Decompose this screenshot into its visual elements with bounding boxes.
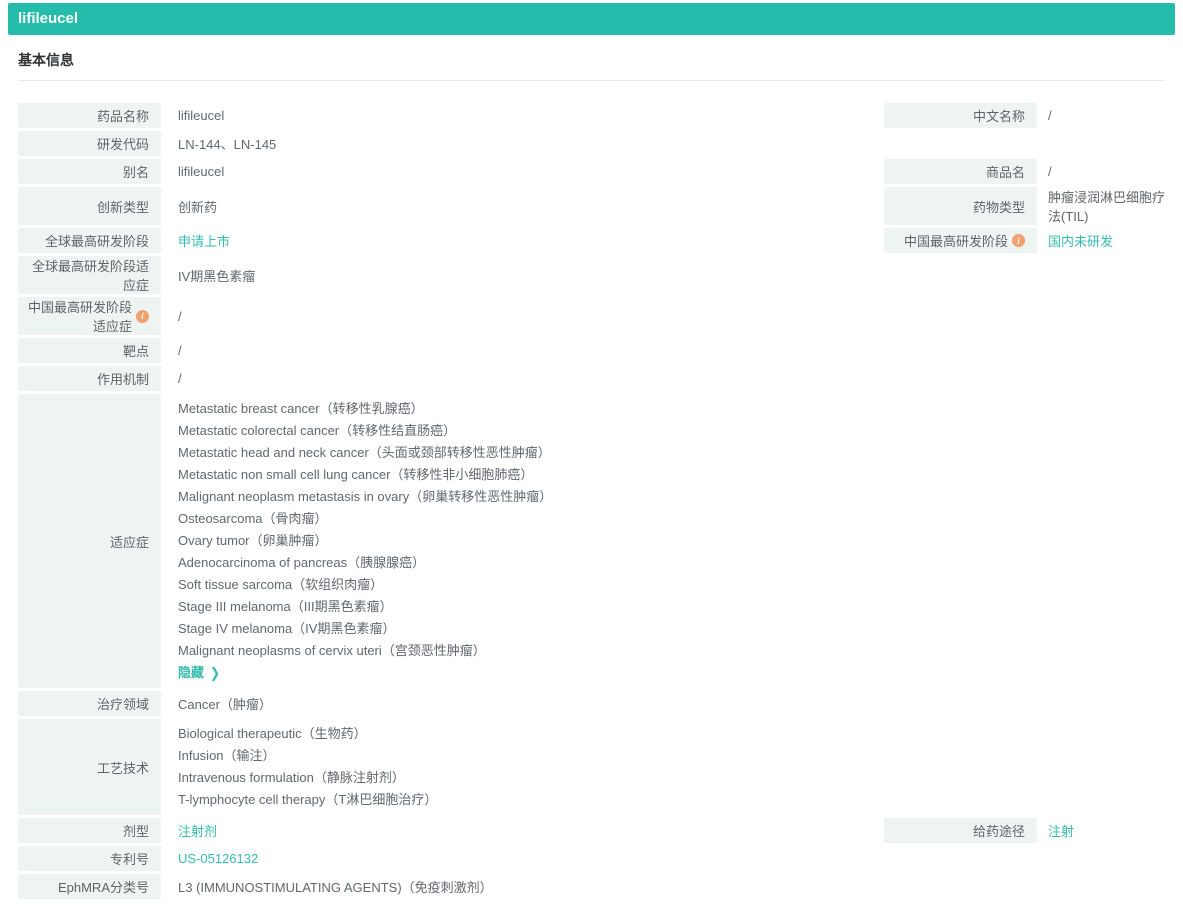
field-value-technology: Biological therapeutic（生物药） Infusion（输注）… <box>161 719 1165 815</box>
route-link[interactable]: 注射 <box>1048 821 1074 840</box>
field-value-drug-name: lifileucel <box>178 108 225 123</box>
field-label-global-stage: 全球最高研发阶段 <box>18 228 161 253</box>
field-value-rd-code: LN-144、LN-145 <box>178 137 277 152</box>
field-value-global-stage: 申请上市 <box>161 228 872 253</box>
technology-item: Infusion（输注） <box>178 748 276 763</box>
field-label-patent: 专利号 <box>18 846 161 871</box>
field-label-drug-name: 药品名称 <box>18 103 161 128</box>
technology-item: Intravenous formulation（静脉注射剂） <box>178 770 405 785</box>
basic-info-card: 基本信息 药品名称 lifileucel 中文名称 / 研发代码 LN-144、… <box>8 35 1175 916</box>
row-drug-name: 药品名称 lifileucel 中文名称 / <box>18 103 1165 128</box>
field-value-alias: lifileucel <box>178 164 225 179</box>
indication-item: Ovary tumor（卵巢肿瘤） <box>178 533 328 548</box>
indication-item: Malignant neoplasm metastasis in ovary（卵… <box>178 489 553 504</box>
field-label-dosage-form: 剂型 <box>18 818 161 843</box>
field-label-cn-name: 中文名称 <box>884 103 1037 128</box>
field-label-china-stage-indication: 中国最高研发阶段适应症 i <box>18 297 161 335</box>
field-label-technology: 工艺技术 <box>18 719 161 815</box>
indication-item: Soft tissue sarcoma（软组织肉瘤） <box>178 577 384 592</box>
row-alias: 别名 lifileucel 商品名 / <box>18 159 1165 184</box>
field-value-dosage-form: 注射剂 <box>161 818 872 843</box>
field-label-trade-name: 商品名 <box>884 159 1037 184</box>
field-value-global-stage-indication: IV期黑色素瘤 <box>178 268 256 284</box>
indication-item: Metastatic breast cancer（转移性乳腺癌） <box>178 401 424 416</box>
field-label-therapy-area: 治疗领域 <box>18 691 161 716</box>
row-ephmra: EphMRA分类号 L3 (IMMUNOSTIMULATING AGENTS)（… <box>18 874 1165 899</box>
field-label-drug-type: 药物类型 <box>884 187 1037 225</box>
drug-title-bar: lifileucel <box>8 3 1175 35</box>
field-value-ephmra: L3 (IMMUNOSTIMULATING AGENTS)（免疫刺激剂） <box>178 880 493 895</box>
hide-indications-link[interactable]: 隐藏 ❯ <box>178 662 1165 684</box>
field-value-drug-type: 肿瘤浸润淋巴细胞疗法(TIL) <box>1048 190 1166 224</box>
info-icon[interactable]: i <box>1012 234 1025 247</box>
field-label-indications: 适应症 <box>18 394 161 688</box>
row-china-stage-indication: 中国最高研发阶段适应症 i / <box>18 297 1165 335</box>
china-stage-label-text: 中国最高研发阶段 <box>903 234 1008 249</box>
indication-item: Stage III melanoma（III期黑色素瘤） <box>178 599 393 614</box>
china-stage-link[interactable]: 国内未研发 <box>1048 231 1113 250</box>
row-dosage-form: 剂型 注射剂 给药途径 注射 <box>18 818 1165 843</box>
indication-item: Adenocarcinoma of pancreas（胰腺腺癌） <box>178 555 426 570</box>
field-label-ephmra: EphMRA分类号 <box>18 874 161 899</box>
row-therapy-area: 治疗领域 Cancer（肿瘤） <box>18 691 1165 716</box>
indication-item: Stage IV melanoma（IV期黑色素瘤） <box>178 621 396 636</box>
field-label-china-stage: 中国最高研发阶段 i <box>884 228 1037 253</box>
field-label-alias: 别名 <box>18 159 161 184</box>
field-value-route: 注射 <box>1037 818 1165 843</box>
drug-title: lifileucel <box>18 10 79 27</box>
dosage-form-link[interactable]: 注射剂 <box>178 821 217 840</box>
row-innovation-type: 创新类型 创新药 药物类型 肿瘤浸润淋巴细胞疗法(TIL) <box>18 187 1165 225</box>
row-moa: 作用机制 / <box>18 366 1165 391</box>
field-label-target: 靶点 <box>18 338 161 363</box>
indication-item: Malignant neoplasms of cervix uteri（宫颈恶性… <box>178 643 486 658</box>
field-value-cn-name: / <box>1048 108 1052 123</box>
field-value-patent: US-05126132 <box>161 846 1165 871</box>
field-value-china-stage: 国内未研发 <box>1037 228 1165 253</box>
row-patent: 专利号 US-05126132 <box>18 846 1165 871</box>
china-stage-indication-label-text: 中国最高研发阶段适应症 <box>27 300 132 334</box>
field-value-china-stage-indication: / <box>178 308 182 324</box>
basic-info-table: 药品名称 lifileucel 中文名称 / 研发代码 LN-144、LN-14… <box>8 81 1175 916</box>
field-value-indications: Metastatic breast cancer（转移性乳腺癌） Metasta… <box>161 394 1165 688</box>
indication-item: Metastatic colorectal cancer（转移性结直肠癌） <box>178 423 457 438</box>
row-target: 靶点 / <box>18 338 1165 363</box>
field-label-rd-code: 研发代码 <box>18 131 161 156</box>
field-value-innovation-type: 创新药 <box>178 199 218 215</box>
indication-item: Metastatic non small cell lung cancer（转移… <box>178 467 534 482</box>
technology-item: T-lymphocyte cell therapy（T淋巴细胞治疗） <box>178 792 438 807</box>
technology-item: Biological therapeutic（生物药） <box>178 726 367 741</box>
patent-link[interactable]: US-05126132 <box>178 851 258 866</box>
hide-link-label: 隐藏 <box>178 665 205 680</box>
info-icon[interactable]: i <box>136 309 149 323</box>
row-rd-code: 研发代码 LN-144、LN-145 <box>18 131 1165 156</box>
section-title: 基本信息 <box>18 35 1165 81</box>
field-label-global-stage-indication: 全球最高研发阶段适应症 <box>18 256 161 294</box>
row-global-stage: 全球最高研发阶段 申请上市 中国最高研发阶段 i 国内未研发 <box>18 228 1165 253</box>
field-value-moa: / <box>178 371 182 386</box>
field-label-innovation-type: 创新类型 <box>18 187 161 225</box>
field-value-trade-name: / <box>1048 164 1052 179</box>
row-indications: 适应症 Metastatic breast cancer（转移性乳腺癌） Met… <box>18 394 1165 688</box>
indication-item: Osteosarcoma（骨肉瘤） <box>178 511 328 526</box>
field-value-target: / <box>178 343 182 358</box>
row-global-stage-indication: 全球最高研发阶段适应症 IV期黑色素瘤 <box>18 256 1165 294</box>
field-label-route: 给药途径 <box>884 818 1037 843</box>
field-value-therapy-area: Cancer（肿瘤） <box>178 697 272 712</box>
field-label-moa: 作用机制 <box>18 366 161 391</box>
row-technology: 工艺技术 Biological therapeutic（生物药） Infusio… <box>18 719 1165 815</box>
indication-item: Metastatic head and neck cancer（头面或颈部转移性… <box>178 445 551 460</box>
chevron-right-icon: ❯ <box>210 664 221 682</box>
global-stage-link[interactable]: 申请上市 <box>178 231 230 250</box>
